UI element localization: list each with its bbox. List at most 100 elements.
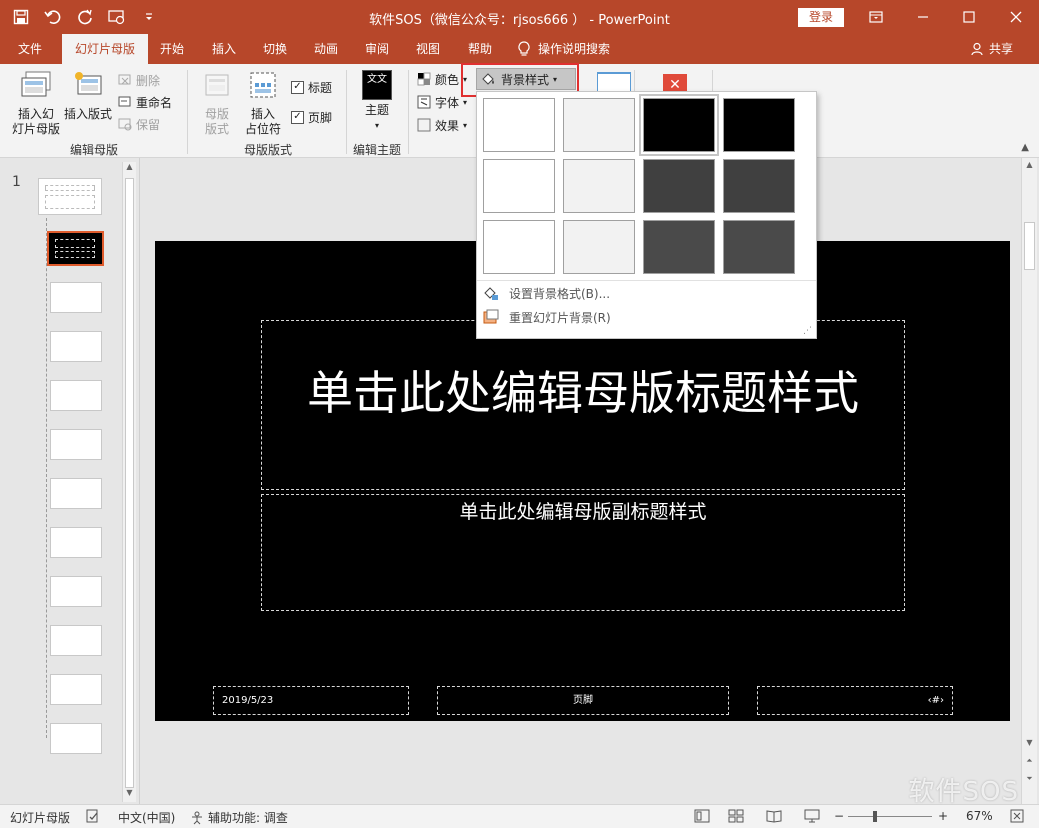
- zoom-level[interactable]: 67%: [966, 809, 993, 823]
- zoom-in-icon[interactable]: +: [938, 809, 948, 823]
- layout-thumbnail[interactable]: [50, 576, 102, 607]
- scroll-up-icon[interactable]: ▲: [1022, 160, 1037, 174]
- insert-placeholder-label: 插入 占位符: [244, 107, 281, 136]
- title-placeholder[interactable]: 单击此处编辑母版标题样式: [261, 320, 905, 490]
- share-button[interactable]: 共享: [971, 34, 1013, 64]
- layout-thumbnail[interactable]: [50, 625, 102, 656]
- layout-thumbnail[interactable]: [50, 380, 102, 411]
- layout-thumbnail[interactable]: [50, 527, 102, 558]
- master-layout-button[interactable]: 母版 版式: [196, 70, 238, 137]
- preserve-icon: [118, 118, 132, 131]
- subtitle-placeholder[interactable]: 单击此处编辑母版副标题样式: [261, 494, 905, 611]
- collapse-ribbon-icon[interactable]: ▲: [1021, 142, 1029, 153]
- fonts-button[interactable]: 字体 ▾: [417, 92, 467, 112]
- thumbnail-placeholder: [45, 185, 95, 191]
- slide-number-placeholder[interactable]: ‹#›: [757, 686, 953, 715]
- themes-button[interactable]: 文文 主题 ▾: [356, 70, 398, 133]
- footer-placeholder[interactable]: 页脚: [437, 686, 729, 715]
- effects-icon: [417, 118, 431, 132]
- insert-layout-icon: [75, 72, 102, 95]
- background-style-swatch[interactable]: [723, 159, 795, 213]
- master-layout-label: 母版 版式: [204, 107, 229, 136]
- tab-transitions[interactable]: 切换: [255, 34, 295, 64]
- footer-checkbox[interactable]: ✓ 页脚: [291, 107, 332, 127]
- layout-thumbnail[interactable]: [50, 478, 102, 509]
- background-style-swatch[interactable]: [563, 220, 635, 274]
- background-style-swatch[interactable]: [643, 220, 715, 274]
- format-background-label: 设置背景格式(B)...: [509, 286, 611, 301]
- ribbon-display-options-icon[interactable]: [853, 0, 899, 34]
- spell-check-icon[interactable]: [86, 809, 100, 823]
- tab-view[interactable]: 视图: [408, 34, 448, 64]
- background-style-swatch[interactable]: [563, 98, 635, 152]
- chevron-down-icon: ▾: [374, 121, 379, 130]
- effects-button[interactable]: 效果 ▾: [417, 115, 467, 135]
- maximize-icon[interactable]: [946, 0, 992, 34]
- tab-review[interactable]: 审阅: [357, 34, 397, 64]
- layout-thumbnail[interactable]: [50, 723, 102, 754]
- scroll-down-icon[interactable]: ▼: [123, 788, 136, 802]
- delete-button[interactable]: 删除: [118, 70, 160, 90]
- insert-layout-label: 插入版式: [63, 107, 112, 121]
- tab-insert[interactable]: 插入: [204, 34, 244, 64]
- share-label: 共享: [988, 42, 1013, 56]
- rename-button[interactable]: 重命名: [118, 92, 172, 112]
- insert-slide-master-button[interactable]: 插入幻 灯片母版: [8, 70, 64, 137]
- scroll-down-icon[interactable]: ▼: [1022, 738, 1037, 752]
- background-style-swatch[interactable]: [563, 159, 635, 213]
- scroll-up-icon[interactable]: ▲: [123, 162, 136, 176]
- tell-me-search[interactable]: 操作说明搜索: [518, 34, 622, 64]
- accessibility-checker[interactable]: 辅助功能: 调查: [190, 809, 288, 826]
- zoom-out-icon[interactable]: −: [834, 809, 844, 823]
- login-button[interactable]: 登录: [798, 8, 844, 27]
- tab-file[interactable]: 文件: [8, 34, 52, 64]
- insert-layout-button[interactable]: 插入版式: [62, 70, 114, 122]
- main-scrollbar[interactable]: ▲ ▼ ⏶ ⏷: [1021, 158, 1037, 804]
- slide-sorter-icon[interactable]: [728, 809, 744, 823]
- chevron-down-icon: ▾: [463, 97, 468, 107]
- layout-thumbnail[interactable]: [50, 282, 102, 313]
- background-style-swatch[interactable]: [483, 159, 555, 213]
- next-slide-icon[interactable]: ⏷: [1022, 774, 1037, 788]
- footer-checkbox-check: ✓: [291, 110, 304, 124]
- background-style-swatch[interactable]: [723, 220, 795, 274]
- reading-view-icon[interactable]: [766, 809, 782, 823]
- language-indicator[interactable]: 中文(中国): [118, 809, 175, 826]
- close-icon[interactable]: [993, 0, 1039, 34]
- normal-view-icon[interactable]: [694, 809, 710, 823]
- tab-animations[interactable]: 动画: [306, 34, 346, 64]
- minimize-icon[interactable]: [900, 0, 946, 34]
- tab-home[interactable]: 开始: [152, 34, 192, 64]
- date-placeholder[interactable]: 2019/5/23: [213, 686, 409, 715]
- scrollbar-thumb[interactable]: [125, 178, 134, 788]
- tab-help[interactable]: 帮助: [460, 34, 500, 64]
- format-background-menu-item[interactable]: 设置背景格式(B)...: [483, 283, 610, 303]
- background-style-swatch[interactable]: [643, 159, 715, 213]
- title-checkbox[interactable]: ✓ 标题: [291, 77, 332, 97]
- zoom-slider-thumb[interactable]: [872, 811, 877, 822]
- slideshow-view-icon[interactable]: [804, 809, 820, 823]
- reset-background-menu-item[interactable]: 重置幻灯片背景(R): [483, 307, 611, 327]
- previous-slide-icon[interactable]: ⏶: [1022, 756, 1037, 770]
- preserve-button[interactable]: 保留: [118, 114, 160, 134]
- background-style-swatch[interactable]: [723, 98, 795, 152]
- insert-placeholder-button[interactable]: 插入 占位符: [238, 70, 288, 137]
- background-style-swatch[interactable]: [483, 98, 555, 152]
- resize-grip-icon[interactable]: ⋰: [803, 326, 812, 336]
- fit-to-window-icon[interactable]: [1010, 809, 1024, 823]
- themes-label: 主题: [364, 103, 389, 117]
- reset-background-label: 重置幻灯片背景(R): [509, 310, 611, 325]
- zoom-slider[interactable]: [848, 811, 932, 822]
- tab-slide-master[interactable]: 幻灯片母版: [62, 34, 148, 64]
- colors-button[interactable]: 颜色 ▾: [417, 69, 467, 89]
- background-styles-button[interactable]: 背景样式 ▾: [476, 68, 576, 90]
- background-style-swatch-selected[interactable]: [639, 94, 719, 156]
- layout-thumbnail[interactable]: [50, 429, 102, 460]
- background-style-swatch[interactable]: [483, 220, 555, 274]
- slide-master-thumbnail[interactable]: [38, 178, 102, 215]
- layout-thumbnail[interactable]: [50, 331, 102, 362]
- scrollbar-thumb[interactable]: [1024, 222, 1035, 270]
- thumbnail-scrollbar[interactable]: ▲ ▼: [122, 162, 136, 802]
- layout-thumbnail[interactable]: [50, 674, 102, 705]
- layout-thumbnail-selected[interactable]: [47, 231, 104, 266]
